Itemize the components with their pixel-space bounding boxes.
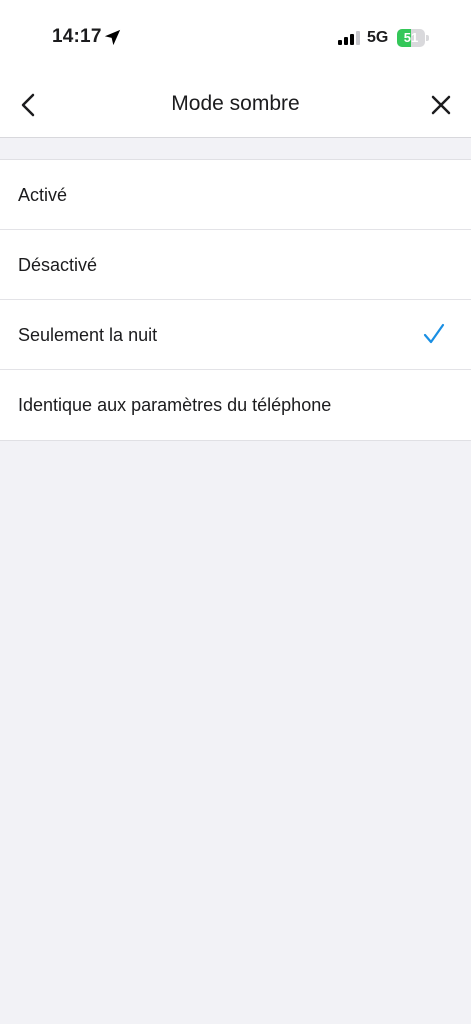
option-disabled[interactable]: Désactivé <box>0 230 471 300</box>
checkmark-icon <box>423 323 445 344</box>
option-label: Désactivé <box>18 255 98 275</box>
option-label: Identique aux paramètres du téléphone <box>18 395 332 415</box>
option-label: Activé <box>18 185 68 205</box>
option-same-as-phone[interactable]: Identique aux paramètres du téléphone <box>0 370 471 440</box>
status-bar: 14:17 5G 51 <box>0 0 471 72</box>
location-arrow-icon <box>104 29 121 46</box>
navigation-bar: Mode sombre <box>0 72 471 138</box>
status-time: 14:17 <box>52 26 102 47</box>
battery-icon: 51 <box>397 29 429 47</box>
close-icon[interactable] <box>426 90 456 120</box>
cellular-signal-icon <box>338 31 360 45</box>
option-night-only[interactable]: Seulement la nuit <box>0 300 471 370</box>
network-type: 5G <box>367 29 389 46</box>
page-title: Mode sombre <box>171 92 300 115</box>
option-label: Seulement la nuit <box>18 325 158 345</box>
option-enabled[interactable]: Activé <box>0 160 471 230</box>
dark-mode-options-list: Activé Désactivé Seulement la nuit Ident… <box>0 159 471 441</box>
battery-level: 51 <box>403 30 419 45</box>
